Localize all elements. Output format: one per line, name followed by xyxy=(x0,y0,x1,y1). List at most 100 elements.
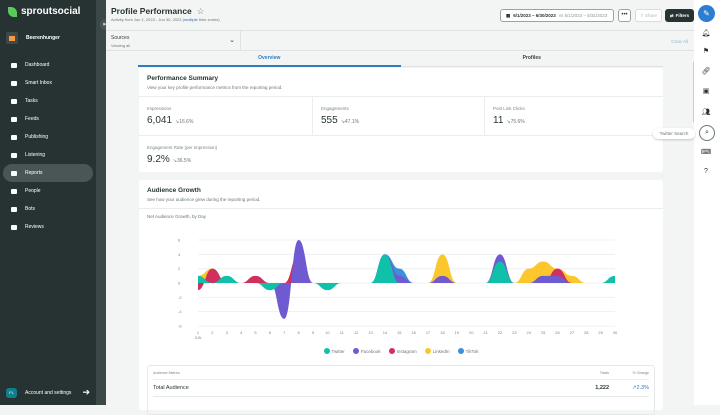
sources-dropdown[interactable]: Sources Viewing all ⌄ xyxy=(106,31,241,51)
metric-name: Total Audience xyxy=(153,385,189,391)
metric-change: ↘47.1% xyxy=(340,119,360,125)
people-icon[interactable]: 👥︎ xyxy=(700,108,712,118)
share-button[interactable]: ⇧ Share xyxy=(635,9,662,22)
sources-label: Sources xyxy=(111,35,130,41)
chart-legend: Twitter Facebook Instagram LinkedIn TikTok xyxy=(139,348,663,354)
help-icon[interactable]: ? xyxy=(700,168,712,178)
sidebar-item-smart-inbox[interactable]: Smart Inbox xyxy=(3,74,93,92)
tab-profiles[interactable]: Profiles xyxy=(400,55,663,67)
metric-label: Post Link Clicks xyxy=(493,106,525,111)
date-range-picker[interactable]: ▦ 6/1/2023 – 6/30/2023 vs 5/1/2023 – 5/31/… xyxy=(500,9,614,22)
series-area-instagram[interactable] xyxy=(198,254,615,291)
legend-item-tiktok[interactable]: TikTok xyxy=(457,348,478,354)
link-icon[interactable]: 🔗︎ xyxy=(700,67,712,77)
dashboard-icon xyxy=(11,62,17,68)
x-tick-label: 22 xyxy=(498,330,503,335)
tab-overview[interactable]: Overview xyxy=(138,55,401,67)
calendar-icon: ▦ xyxy=(506,12,511,18)
legend-item-twitter[interactable]: Twitter xyxy=(323,348,345,354)
metric-value: 9.2% xyxy=(147,154,170,165)
x-tick-label: 6 xyxy=(269,330,272,335)
filters-label: Filters xyxy=(675,13,690,18)
sidebar-item-label: Tasks xyxy=(25,98,38,104)
chevron-down-icon: ⌄ xyxy=(229,37,235,44)
share-icon: ⇧ xyxy=(639,12,644,18)
reviews-icon xyxy=(11,224,17,230)
sidebar-item-reviews[interactable]: Reviews xyxy=(3,218,93,236)
people-icon xyxy=(11,188,17,194)
metric-change: ↗2.3% xyxy=(631,385,649,391)
filters-button[interactable]: ⇌ Filters xyxy=(665,9,694,22)
account-settings[interactable]: FL Account and settings ➔ xyxy=(6,387,90,398)
x-tick-label: 18 xyxy=(440,330,445,335)
y-tick-label: 2 xyxy=(178,266,181,271)
header: Profile Performance ☆ Activity from Jun 1… xyxy=(106,0,694,30)
star-icon[interactable]: ☆ xyxy=(197,6,205,16)
sources-bar: Sources Viewing all ⌄ Clear All xyxy=(106,30,694,51)
sidebar-item-label: Bots xyxy=(25,206,36,212)
metric-label: Engagement Rate (per Impression) xyxy=(147,145,218,150)
legend-item-linkedin[interactable]: LinkedIn xyxy=(424,348,450,354)
legend-swatch xyxy=(323,348,330,354)
message-icon[interactable]: ⚑ xyxy=(700,47,712,57)
x-tick-label: 8 xyxy=(298,330,301,335)
twitter-search-icon[interactable]: ⌕ xyxy=(699,125,715,141)
sidebar-item-label: Dashboard xyxy=(25,62,50,68)
sidebar-item-reports[interactable]: Reports xyxy=(3,164,93,182)
sidebar-gutter xyxy=(96,0,106,405)
y-tick-label: 4 xyxy=(178,252,181,257)
y-tick-label: -4 xyxy=(178,309,182,314)
legend-swatch xyxy=(388,348,395,354)
legend-item-facebook[interactable]: Facebook xyxy=(352,348,381,354)
clear-all-button[interactable]: Clear All xyxy=(671,39,688,44)
tasks-icon[interactable]: ▣ xyxy=(700,87,712,97)
arrow-right-icon: ➔ xyxy=(82,387,90,397)
reports-icon xyxy=(11,170,17,176)
legend-item-instagram[interactable]: Instagram xyxy=(388,348,417,354)
column-header: Audience Metrics xyxy=(153,370,180,375)
sprout-logo[interactable]: sproutsocial xyxy=(8,6,80,17)
table-row: Total Audience 1,222 ↗2.3% xyxy=(153,380,649,397)
x-tick-label: 4 xyxy=(240,330,243,335)
x-tick-label: 24 xyxy=(526,330,531,335)
x-tick-label: 30 xyxy=(613,330,618,335)
legend-label: LinkedIn xyxy=(432,348,450,354)
x-tick-label: 29 xyxy=(598,330,603,335)
metric-change: ↘16.6% xyxy=(175,119,194,125)
sidebar-item-feeds[interactable]: Feeds xyxy=(3,110,93,128)
bell-icon[interactable]: 🔔︎ xyxy=(700,29,712,39)
x-tick-label: 25 xyxy=(541,330,546,335)
sidebar-item-tasks[interactable]: Tasks xyxy=(3,92,93,110)
x-tick-label: 11 xyxy=(340,330,345,335)
metric-label: Impressions xyxy=(147,106,172,111)
x-tick-label: 12 xyxy=(354,330,359,335)
account-label: Account and settings xyxy=(25,389,72,396)
chart-title: Net Audience Growth, by Day xyxy=(147,214,207,219)
sidebar-item-publishing[interactable]: Publishing xyxy=(3,128,93,146)
share-label: Share xyxy=(645,13,658,18)
x-tick-label: 14 xyxy=(383,330,388,335)
x-tick-label: 1 xyxy=(197,330,200,335)
leaf-icon xyxy=(8,6,17,17)
keyboard-icon[interactable]: ⌨ xyxy=(700,148,712,158)
y-tick-label: 0 xyxy=(178,281,181,286)
compare-range: vs 5/1/2023 – 5/31/2023 xyxy=(558,13,608,18)
metric-label: Engagements xyxy=(321,106,349,111)
metric-change: ↘36.5% xyxy=(172,158,192,164)
sidebar-item-dashboard[interactable]: Dashboard xyxy=(3,56,93,74)
compose-icon[interactable]: ✎ xyxy=(698,5,715,22)
sidebar-item-people[interactable]: People xyxy=(3,182,93,200)
more-button[interactable]: ••• xyxy=(618,9,631,22)
page-subtitle: Activity from Jun 1, 2023 - Jun 30, 2023… xyxy=(111,17,220,22)
legend-label: Twitter xyxy=(331,348,345,354)
sidebar-item-listening[interactable]: Listening xyxy=(3,146,93,164)
sidebar-item-bots[interactable]: Bots xyxy=(3,200,93,218)
column-header: Totals xyxy=(599,370,609,375)
card-description: View your key profile performance metric… xyxy=(147,85,283,90)
metric-change: ↘75.6% xyxy=(506,119,525,125)
y-tick-label: -6 xyxy=(178,324,182,329)
twitter-search-tooltip: Twitter Search xyxy=(653,128,695,139)
x-tick-label: 21 xyxy=(483,330,488,335)
timezones-link[interactable]: multiple xyxy=(184,17,198,22)
group-switcher[interactable]: Beerenhunger xyxy=(6,32,60,44)
